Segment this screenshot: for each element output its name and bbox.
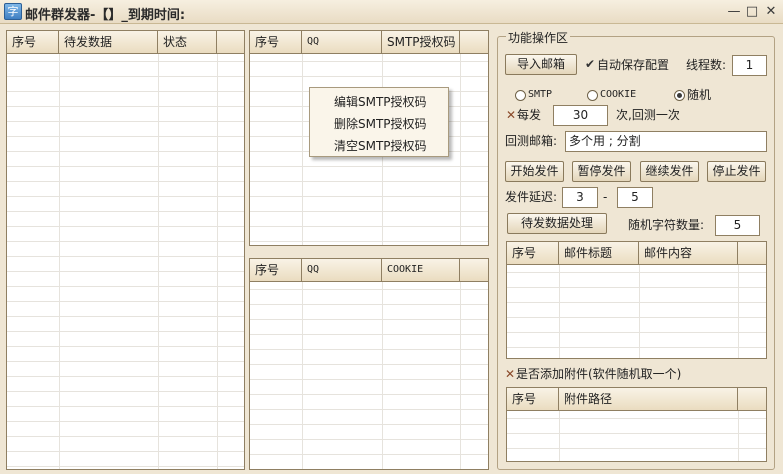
- menu-item-edit-smtp[interactable]: 编辑SMTP授权码: [310, 91, 448, 113]
- mode-smtp-radio[interactable]: [515, 90, 526, 101]
- column-divider: [382, 282, 383, 469]
- operations-group-title: 功能操作区: [506, 29, 571, 46]
- mode-random-label: 随机: [687, 88, 712, 102]
- delay-max-input[interactable]: 5: [617, 187, 653, 208]
- attachment-table[interactable]: 序号 附件路径: [506, 387, 767, 462]
- column-header-index[interactable]: 序号: [507, 388, 559, 411]
- column-header-mail-body[interactable]: 邮件内容: [639, 242, 738, 265]
- delay-range-dash: -: [603, 190, 608, 204]
- menu-item-delete-smtp[interactable]: 删除SMTP授权码: [310, 113, 448, 135]
- column-divider: [217, 54, 218, 469]
- continue-send-button[interactable]: 继续发件: [640, 161, 699, 182]
- column-header-filler: [460, 31, 488, 54]
- column-divider: [559, 411, 560, 461]
- mode-random-radio[interactable]: [674, 90, 685, 101]
- pause-send-button[interactable]: 暂停发件: [572, 161, 631, 182]
- column-divider: [302, 54, 303, 245]
- mode-cookie-radio[interactable]: [587, 90, 598, 101]
- attachment-label: 是否添加附件(软件随机取一个): [516, 367, 682, 381]
- column-divider: [639, 265, 640, 358]
- column-header-index[interactable]: 序号: [250, 259, 302, 282]
- stop-send-button[interactable]: 停止发件: [707, 161, 766, 182]
- column-divider: [59, 54, 60, 469]
- attachment-table-header: 序号 附件路径: [507, 388, 766, 411]
- column-header-filler: [738, 388, 766, 411]
- column-header-filler: [460, 259, 488, 282]
- cookie-table[interactable]: 序号 QQ COOKIE: [249, 258, 489, 470]
- column-header-mail-subject[interactable]: 邮件标题: [559, 242, 639, 265]
- column-header-cookie[interactable]: COOKIE: [382, 259, 460, 282]
- column-header-qq[interactable]: QQ: [302, 259, 382, 282]
- auto-save-label: 自动保存配置: [597, 58, 670, 72]
- recheck-mailbox-input[interactable]: 多个用 ; 分割: [565, 131, 767, 152]
- smtp-context-menu: 编辑SMTP授权码 删除SMTP授权码 清空SMTP授权码: [309, 87, 449, 157]
- every-send-input[interactable]: 30: [553, 105, 608, 126]
- column-header-filler: [217, 31, 244, 54]
- attachment-checkbox[interactable]: ✕: [505, 367, 515, 381]
- column-divider: [738, 265, 739, 358]
- mail-table-header: 序号 邮件标题 邮件内容: [507, 242, 766, 265]
- column-header-qq[interactable]: QQ: [302, 31, 382, 54]
- column-header-smtp-code[interactable]: SMTP授权码: [382, 31, 460, 54]
- pending-data-table[interactable]: 序号 待发数据 状态: [6, 30, 245, 470]
- column-divider: [158, 54, 159, 469]
- pending-data-header: 序号 待发数据 状态: [7, 31, 244, 54]
- every-send-suffix: 次,回测一次: [616, 108, 680, 122]
- delay-min-input[interactable]: 3: [562, 187, 598, 208]
- every-send-checkbox[interactable]: ✕: [506, 108, 516, 122]
- menu-item-clear-smtp[interactable]: 清空SMTP授权码: [310, 135, 448, 157]
- send-delay-label: 发件延迟:: [505, 190, 558, 204]
- minimize-button[interactable]: —: [725, 3, 743, 20]
- import-mailbox-button[interactable]: 导入邮箱: [505, 54, 577, 75]
- threads-label: 线程数:: [686, 58, 727, 72]
- smtp-table-header: 序号 QQ SMTP授权码: [250, 31, 488, 54]
- title-bar: 字 邮件群发器-【】_到期时间: — □ ✕: [0, 0, 783, 24]
- mail-content-table[interactable]: 序号 邮件标题 邮件内容: [506, 241, 767, 359]
- column-header-pending-data[interactable]: 待发数据: [59, 31, 158, 54]
- recheck-mailbox-label: 回测邮箱:: [505, 134, 558, 148]
- column-header-attachment-path[interactable]: 附件路径: [559, 388, 738, 411]
- random-chars-input[interactable]: 5: [715, 215, 760, 236]
- every-send-label: 每发: [517, 108, 542, 122]
- column-header-status[interactable]: 状态: [158, 31, 217, 54]
- mail-app-icon: 字: [4, 3, 22, 20]
- column-divider: [559, 265, 560, 358]
- random-chars-label: 随机字符数量:: [628, 218, 705, 232]
- column-header-index[interactable]: 序号: [250, 31, 302, 54]
- column-header-index[interactable]: 序号: [7, 31, 59, 54]
- column-header-filler: [738, 242, 766, 265]
- close-button[interactable]: ✕: [762, 3, 780, 20]
- cookie-table-header: 序号 QQ COOKIE: [250, 259, 488, 282]
- column-divider: [460, 54, 461, 245]
- column-header-index[interactable]: 序号: [507, 242, 559, 265]
- maximize-button[interactable]: □: [743, 3, 761, 20]
- auto-save-checkbox[interactable]: ✔: [585, 57, 595, 71]
- column-divider: [460, 282, 461, 469]
- mode-smtp-label: SMTP: [528, 89, 553, 100]
- threads-input[interactable]: 1: [732, 55, 767, 76]
- column-divider: [738, 411, 739, 461]
- column-divider: [302, 282, 303, 469]
- start-send-button[interactable]: 开始发件: [505, 161, 564, 182]
- mode-cookie-label: COOKIE: [600, 89, 637, 100]
- window-title: 邮件群发器-【】_到期时间:: [25, 8, 186, 23]
- process-data-button[interactable]: 待发数据处理: [507, 213, 607, 234]
